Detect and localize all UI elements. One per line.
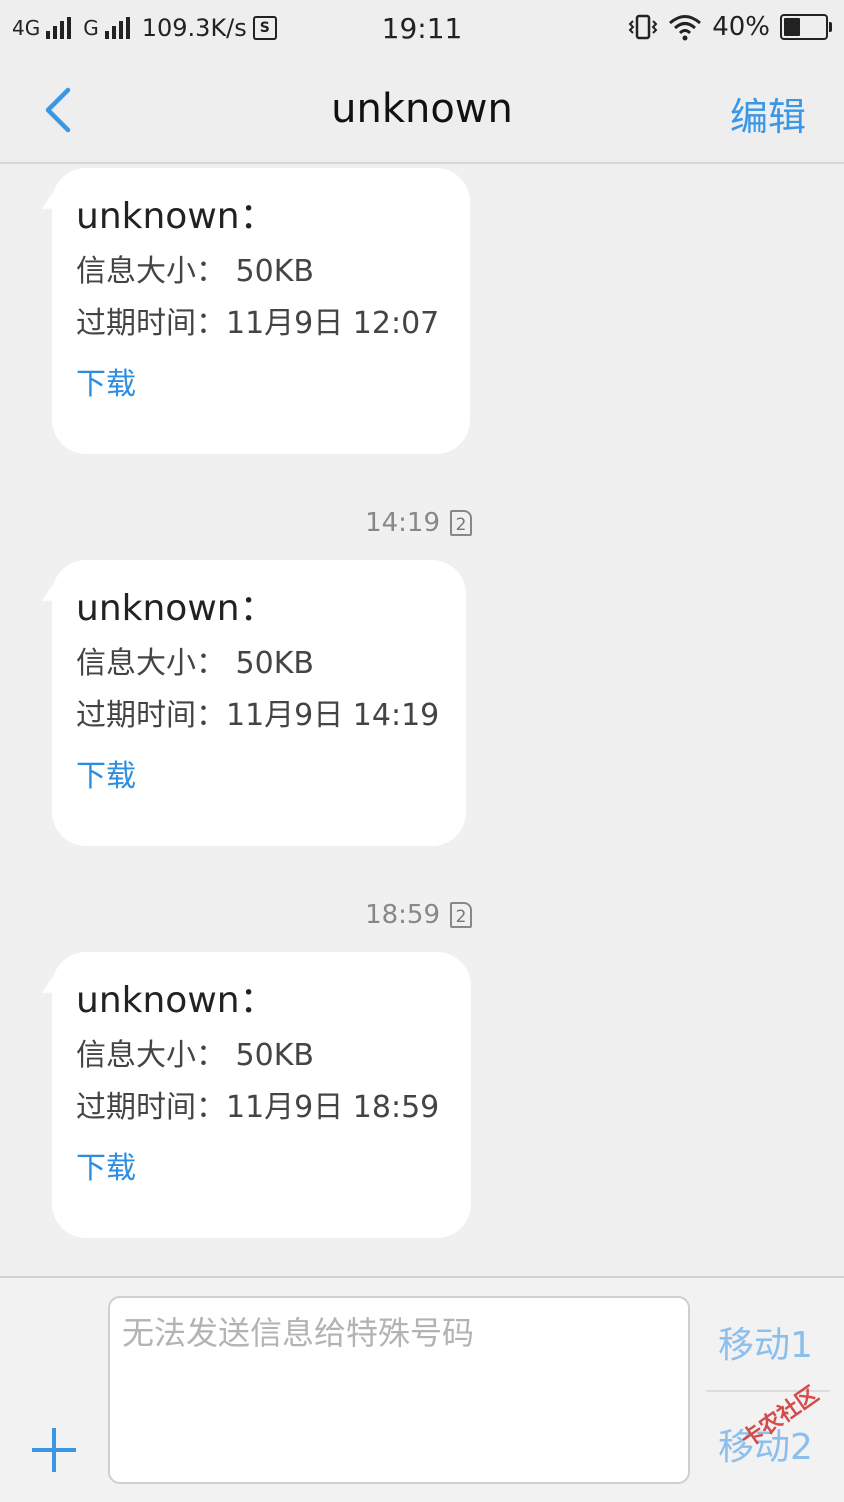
message-size: 信息大小： 50KB [76,254,314,289]
message-expiry: 过期时间：11月9日 14:19 [76,698,440,733]
composer-bar: 无法发送信息给特殊号码 移动1 移动2 [0,1276,844,1502]
network-type-1: 4G [12,16,41,40]
status-left: 4G G 109.3K/s S [12,14,277,42]
message-timestamp: 14:19 2 [365,508,472,538]
mms-notification-bubble: unknown： 信息大小： 50KB 过期时间：11月9日 14:19 下载 [52,560,466,846]
send-sim1-button[interactable]: 移动1 [718,1316,813,1368]
status-bar: 4G G 109.3K/s S 19:11 40% [0,0,844,58]
message-timestamp: 18:59 2 [365,900,472,930]
signal-icon [46,17,72,39]
signal-icon [104,17,130,39]
back-button[interactable] [36,84,86,136]
app-notification-icon: S [252,16,277,40]
mms-notification-bubble: unknown： 信息大小： 50KB 过期时间：11月9日 12:07 下载 [52,168,470,454]
message-expiry: 过期时间：11月9日 12:07 [76,306,440,341]
message-size: 信息大小： 50KB [76,646,314,681]
wifi-icon [669,15,702,41]
sim-card-icon: 2 [450,902,472,928]
message-sender: unknown： [76,980,276,1021]
download-link[interactable]: 下载 [76,1143,136,1187]
add-attachment-button[interactable] [30,1426,78,1474]
conversation-header: unknown 编辑 [0,58,844,164]
battery-icon [780,14,832,40]
network-speed: 109.3K/s [141,14,247,42]
message-input[interactable]: 无法发送信息给特殊号码 [108,1296,690,1484]
message-size: 信息大小： 50KB [76,1038,314,1073]
message-expiry: 过期时间：11月9日 18:59 [76,1090,440,1125]
message-sender: unknown： [76,196,276,237]
mms-notification-bubble: unknown： 信息大小： 50KB 过期时间：11月9日 18:59 下载 [52,952,471,1238]
timestamp-text: 14:19 [365,508,440,538]
battery-percent: 40% [712,12,770,42]
network-type-2: G [83,16,99,40]
conversation-title: unknown [331,86,513,132]
timestamp-text: 18:59 [365,900,440,930]
edit-button[interactable]: 编辑 [730,86,806,141]
download-link[interactable]: 下载 [76,751,136,795]
sim-card-icon: 2 [450,510,472,536]
chevron-left-icon [45,87,71,133]
status-right: 40% [628,12,832,42]
message-sender: unknown： [76,588,276,629]
vibrate-icon [628,14,658,40]
download-link[interactable]: 下载 [76,359,136,403]
